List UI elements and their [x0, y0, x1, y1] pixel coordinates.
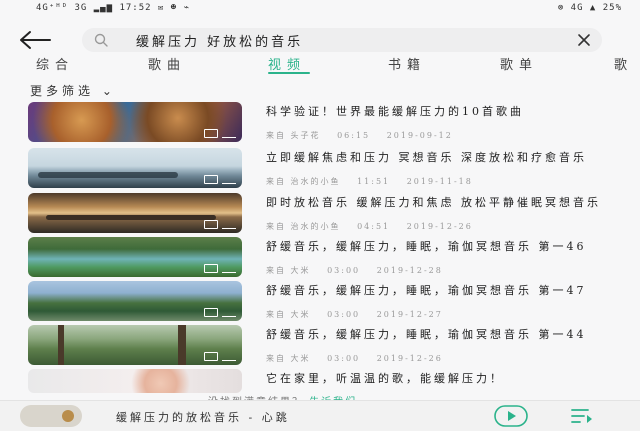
video-thumbnail[interactable] [28, 102, 242, 142]
video-duration: 11:51 [357, 177, 391, 186]
video-thumbnail[interactable] [28, 281, 242, 321]
video-date: 2019-09-12 [386, 131, 453, 140]
video-thumbnail[interactable] [28, 369, 242, 393]
status-bar: 4G⁺ᴴᴰ 3G ▂▄▆ 17:52 ✉ ☻ ⌁ ⊗ 4G ▲ 25% [0, 0, 640, 16]
video-duration: 06:15 [337, 131, 371, 140]
video-title: 立即缓解焦虑和压力 冥想音乐 深度放松和疗愈音乐 [266, 151, 587, 164]
arrow-left-icon[interactable] [18, 29, 52, 51]
video-title: 科学验证！世界最能缓解压力的10首歌曲 [266, 105, 524, 118]
video-meta: 来自 头子花 06:15 2019-09-12 [266, 130, 465, 141]
video-source: 来自 头子花 [266, 131, 321, 140]
video-date: 2019-11-18 [406, 177, 473, 186]
video-date: 2019-12-27 [376, 310, 443, 319]
video-item[interactable]: 舒缓音乐，缓解压力，睡眠，瑜伽冥想音乐 第一47 来自 大米 03:00 201… [0, 281, 640, 321]
video-date: 2019-12-26 [376, 354, 443, 363]
video-item[interactable]: 舒缓音乐，缓解压力，睡眠，瑜伽冥想音乐 第一46 来自 大米 03:00 201… [0, 237, 640, 277]
disc-icon [62, 410, 74, 422]
close-icon[interactable] [576, 32, 592, 48]
video-icon [204, 264, 218, 273]
now-playing-title[interactable]: 缓解压力的放松音乐 - 心跳 [116, 409, 290, 425]
video-icon [204, 352, 218, 361]
video-date: 2019-12-28 [376, 266, 443, 275]
video-duration: 03:00 [327, 354, 361, 363]
video-meta: 来自 大米 03:00 2019-12-26 [266, 353, 455, 364]
video-title: 即时放松音乐 缓解压力和焦虑 放松平静催眠冥想音乐 [266, 196, 601, 209]
tab-all[interactable]: 综合 [36, 54, 74, 73]
duration-bar [222, 137, 236, 138]
duration-bar [222, 228, 236, 229]
video-meta: 来自 治水的小鱼 11:51 2019-11-18 [266, 176, 485, 187]
status-right: ⊗ 4G ▲ 25% [557, 3, 622, 13]
duration-bar [222, 360, 236, 361]
status-left: 4G⁺ᴴᴰ 3G ▂▄▆ 17:52 ✉ ☻ ⌁ [36, 3, 191, 13]
video-source: 来自 大米 [266, 310, 311, 319]
video-icon [204, 129, 218, 138]
search-icon [94, 33, 108, 47]
video-date: 2019-12-26 [406, 222, 473, 231]
video-title: 舒缓音乐，缓解压力，睡眠，瑜伽冥想音乐 第一47 [266, 284, 587, 297]
search-box[interactable]: 缓解压力 好放松的音乐 [82, 28, 602, 52]
video-title: 舒缓音乐，缓解压力，睡眠，瑜伽冥想音乐 第一46 [266, 240, 587, 253]
video-thumbnail[interactable] [28, 237, 242, 277]
top-bar: 缓解压力 好放松的音乐 [0, 26, 640, 54]
video-source: 来自 大米 [266, 354, 311, 363]
tab-videos[interactable]: 视频 [268, 54, 306, 73]
video-thumbnail[interactable] [28, 193, 242, 233]
video-item[interactable]: 它在家里，听温温的歌，能缓解压力！ [0, 369, 640, 393]
video-source: 来自 大米 [266, 266, 311, 275]
mini-player[interactable]: 缓解压力的放松音乐 - 心跳 [0, 400, 640, 431]
video-thumbnail[interactable] [28, 325, 242, 365]
tab-more[interactable]: 歌 [614, 54, 633, 73]
video-icon [204, 220, 218, 229]
play-icon[interactable] [494, 405, 528, 427]
album-cover[interactable] [20, 405, 82, 427]
video-item[interactable]: 舒缓音乐，缓解压力，睡眠，瑜伽冥想音乐 第一44 来自 大米 03:00 201… [0, 325, 640, 365]
search-input[interactable]: 缓解压力 好放松的音乐 [136, 31, 303, 50]
result-tabs: 综合 歌曲 视频 书籍 歌单 歌 [0, 52, 640, 74]
video-duration: 04:51 [357, 222, 391, 231]
video-source: 来自 治水的小鱼 [266, 177, 341, 186]
video-duration: 03:00 [327, 310, 361, 319]
video-item[interactable]: 立即缓解焦虑和压力 冥想音乐 深度放松和疗愈音乐 来自 治水的小鱼 11:51 … [0, 148, 640, 188]
video-meta: 来自 治水的小鱼 04:51 2019-12-26 [266, 221, 485, 232]
video-title: 舒缓音乐，缓解压力，睡眠，瑜伽冥想音乐 第一44 [266, 328, 587, 341]
more-filters-button[interactable]: 更多筛选 ⌄ [30, 82, 116, 99]
video-source: 来自 治水的小鱼 [266, 222, 341, 231]
video-duration: 03:00 [327, 266, 361, 275]
video-item[interactable]: 科学验证！世界最能缓解压力的10首歌曲 来自 头子花 06:15 2019-09… [0, 102, 640, 142]
video-icon [204, 308, 218, 317]
video-thumbnail[interactable] [28, 148, 242, 188]
duration-bar [222, 272, 236, 273]
tab-books[interactable]: 书籍 [388, 54, 426, 73]
duration-bar [222, 183, 236, 184]
duration-bar [222, 316, 236, 317]
active-tab-indicator [268, 72, 310, 74]
video-item[interactable]: 即时放松音乐 缓解压力和焦虑 放松平静催眠冥想音乐 来自 治水的小鱼 04:51… [0, 193, 640, 233]
video-meta: 来自 大米 03:00 2019-12-27 [266, 309, 455, 320]
tab-playlists[interactable]: 歌单 [500, 54, 538, 73]
playlist-icon[interactable] [570, 407, 594, 425]
video-title: 它在家里，听温温的歌，能缓解压力！ [266, 372, 504, 385]
video-meta: 来自 大米 03:00 2019-12-28 [266, 265, 455, 276]
tab-songs[interactable]: 歌曲 [148, 54, 186, 73]
video-icon [204, 175, 218, 184]
